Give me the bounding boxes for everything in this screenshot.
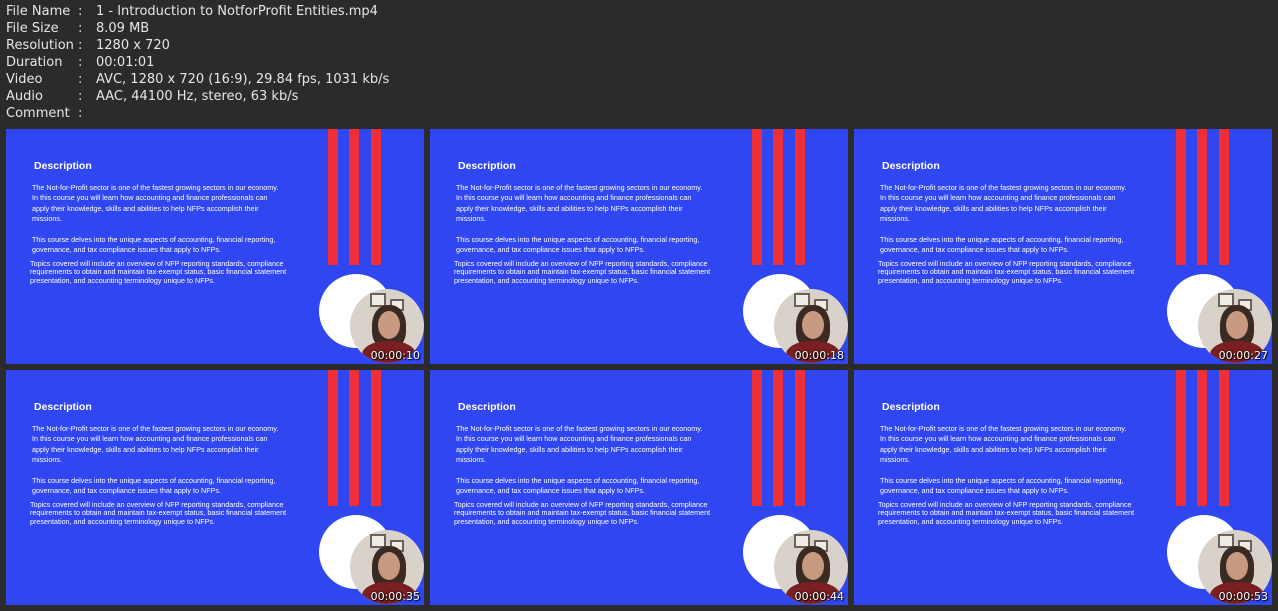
timestamp: 00:00:53 [1218,590,1268,603]
timestamp: 00:00:10 [370,349,420,362]
meta-key: Resolution [6,38,74,53]
slide-title: Description [882,160,940,172]
slide-paragraph: The Not-for-Profit sector is one of the … [456,183,703,223]
slide-paragraph: Topics covered will include an overview … [30,500,287,526]
timestamp: 00:00:35 [370,590,420,603]
red-bar [349,129,359,265]
meta-value: 1 - Introduction to NotforProfit Entitie… [96,4,378,19]
red-bar [795,370,805,506]
video-thumbnail[interactable]: Description The Not-for-Profit sector is… [854,129,1272,364]
slide-title: Description [34,401,92,413]
meta-value: 1280 x 720 [96,38,170,53]
red-bar [773,370,783,506]
meta-separator: : [78,106,83,121]
slide-paragraph: Topics covered will include an overview … [454,500,711,526]
meta-row-file-name: File Name : 1 - Introduction to NotforPr… [6,3,389,20]
meta-key: Video [6,72,43,87]
meta-value: AAC, 44100 Hz, stereo, 63 kb/s [96,89,299,104]
slide-title: Description [34,160,92,172]
meta-row-resolution: Resolution : 1280 x 720 [6,37,389,54]
slide-paragraph: This course delves into the unique aspec… [880,235,1124,255]
meta-row-audio: Audio : AAC, 44100 Hz, stereo, 63 kb/s [6,88,389,105]
red-bar [349,370,359,506]
meta-row-file-size: File Size : 8.09 MB [6,20,389,37]
slide-paragraph: This course delves into the unique aspec… [880,476,1124,496]
slide-paragraph: The Not-for-Profit sector is one of the … [32,424,279,464]
slide-paragraph: The Not-for-Profit sector is one of the … [880,183,1127,223]
presenter-face [1226,311,1248,339]
video-thumbnail[interactable]: Description The Not-for-Profit sector is… [430,129,848,364]
decorative-bars [752,129,808,265]
decorative-bars [1176,129,1232,265]
slide-paragraph: This course delves into the unique aspec… [32,235,276,255]
meta-separator: : [78,21,83,36]
meta-value: 8.09 MB [96,21,150,36]
slide-title: Description [458,160,516,172]
slide-paragraph: Topics covered will include an overview … [30,259,287,285]
presenter-face [378,311,400,339]
red-bar [1219,370,1229,506]
red-bar [752,129,762,265]
decorative-bars [328,370,384,506]
red-bar [1176,129,1186,265]
presenter-face [802,552,824,580]
presenter-face [378,552,400,580]
slide-title: Description [882,401,940,413]
slide-paragraph: This course delves into the unique aspec… [32,476,276,496]
meta-row-duration: Duration : 00:01:01 [6,54,389,71]
timestamp: 00:00:44 [794,590,844,603]
meta-separator: : [78,4,83,19]
slide-title: Description [458,401,516,413]
red-bar [1197,370,1207,506]
meta-separator: : [78,89,83,104]
meta-separator: : [78,72,83,87]
meta-value: AVC, 1280 x 720 (16:9), 29.84 fps, 1031 … [96,72,390,87]
meta-key: Audio [6,89,43,104]
video-thumbnail[interactable]: Description The Not-for-Profit sector is… [6,370,424,605]
presenter-face [1226,552,1248,580]
slide-paragraph: Topics covered will include an overview … [878,500,1135,526]
meta-value: 00:01:01 [96,55,155,70]
meta-key: File Size [6,21,59,36]
slide-paragraph: The Not-for-Profit sector is one of the … [32,183,279,223]
thumbnail-grid: Description The Not-for-Profit sector is… [6,129,1272,605]
video-thumbnail[interactable]: Description The Not-for-Profit sector is… [430,370,848,605]
slide-paragraph: The Not-for-Profit sector is one of the … [880,424,1127,464]
slide-paragraph: This course delves into the unique aspec… [456,235,700,255]
meta-key: File Name [6,4,71,19]
red-bar [752,370,762,506]
red-bar [1197,129,1207,265]
red-bar [328,370,338,506]
meta-row-comment: Comment : [6,105,389,122]
timestamp: 00:00:27 [1218,349,1268,362]
presenter-face [802,311,824,339]
video-thumbnail[interactable]: Description The Not-for-Profit sector is… [854,370,1272,605]
slide-paragraph: Topics covered will include an overview … [454,259,711,285]
slide-paragraph: Topics covered will include an overview … [878,259,1135,285]
decorative-bars [1176,370,1232,506]
red-bar [795,129,805,265]
red-bar [371,129,381,265]
file-metadata: File Name : 1 - Introduction to NotforPr… [6,3,389,122]
red-bar [773,129,783,265]
decorative-bars [752,370,808,506]
meta-key: Comment [6,106,70,121]
decorative-bars [328,129,384,265]
video-thumbnail[interactable]: Description The Not-for-Profit sector is… [6,129,424,364]
meta-separator: : [78,38,83,53]
slide-paragraph: This course delves into the unique aspec… [456,476,700,496]
meta-separator: : [78,55,83,70]
red-bar [371,370,381,506]
meta-key: Duration [6,55,63,70]
meta-row-video: Video : AVC, 1280 x 720 (16:9), 29.84 fp… [6,71,389,88]
timestamp: 00:00:18 [794,349,844,362]
red-bar [1176,370,1186,506]
red-bar [1219,129,1229,265]
slide-paragraph: The Not-for-Profit sector is one of the … [456,424,703,464]
red-bar [328,129,338,265]
